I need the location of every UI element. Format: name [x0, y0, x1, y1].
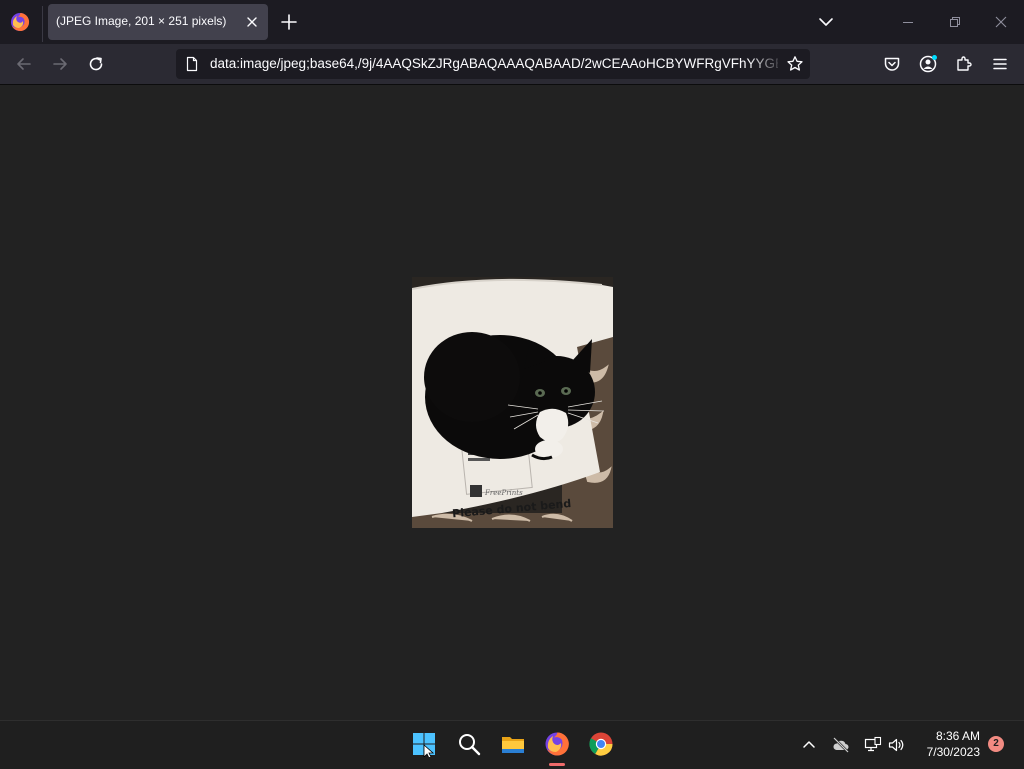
account-icon[interactable]: [918, 54, 938, 74]
navigation-toolbar: data:image/jpeg;base64,/9j/4AAQSkZJRgABA…: [0, 44, 1024, 85]
chevron-up-icon[interactable]: [800, 736, 818, 754]
minimize-icon[interactable]: [898, 12, 918, 32]
plus-icon[interactable]: [279, 12, 299, 32]
browser-window: (JPEG Image, 201 × 251 pixels) data:imag…: [0, 0, 1024, 769]
notification-badge[interactable]: 2: [988, 736, 1004, 752]
window-close-icon[interactable]: [991, 12, 1011, 32]
reload-icon[interactable]: [86, 54, 106, 74]
restore-icon[interactable]: [945, 12, 965, 32]
folder-icon[interactable]: [500, 731, 526, 757]
cat-photo[interactable]: FreePrints Please do not bend: [412, 277, 613, 528]
page-content: FreePrints Please do not bend: [0, 85, 1024, 720]
url-text[interactable]: data:image/jpeg;base64,/9j/4AAQSkZJRgABA…: [210, 56, 778, 74]
search-icon[interactable]: [456, 731, 482, 757]
cloud-off-icon[interactable]: [832, 736, 850, 754]
windows-icon[interactable]: [411, 731, 437, 757]
arrow-right-icon[interactable]: [50, 54, 70, 74]
firefox-icon[interactable]: [544, 731, 570, 757]
clock-date: 7/30/2023: [926, 745, 980, 759]
taskbar: 8:36 AM 7/30/2023 2: [0, 720, 1024, 769]
network-icon[interactable]: [864, 736, 882, 754]
speaker-icon[interactable]: [887, 736, 905, 754]
active-app-indicator: [549, 763, 565, 766]
clock[interactable]: 8:36 AM 7/30/2023: [914, 728, 980, 762]
close-icon[interactable]: [243, 13, 261, 31]
tab-separator: [42, 6, 43, 42]
chevron-down-icon[interactable]: [816, 12, 836, 32]
tab-strip: (JPEG Image, 201 × 251 pixels): [0, 0, 1024, 44]
address-bar[interactable]: data:image/jpeg;base64,/9j/4AAQSkZJRgABA…: [176, 49, 810, 79]
pocket-icon[interactable]: [882, 54, 902, 74]
brand-text: FreePrints: [484, 489, 523, 497]
hamburger-icon[interactable]: [990, 54, 1010, 74]
firefox-icon[interactable]: [10, 12, 30, 32]
tab-jpeg-image[interactable]: (JPEG Image, 201 × 251 pixels): [48, 4, 268, 40]
star-icon[interactable]: [786, 55, 804, 73]
puzzle-icon[interactable]: [954, 54, 974, 74]
arrow-left-icon[interactable]: [14, 54, 34, 74]
tab-title: (JPEG Image, 201 × 251 pixels): [56, 14, 227, 28]
page-icon: [184, 56, 200, 72]
clock-time: 8:36 AM: [935, 729, 980, 743]
chrome-icon[interactable]: [588, 731, 614, 757]
